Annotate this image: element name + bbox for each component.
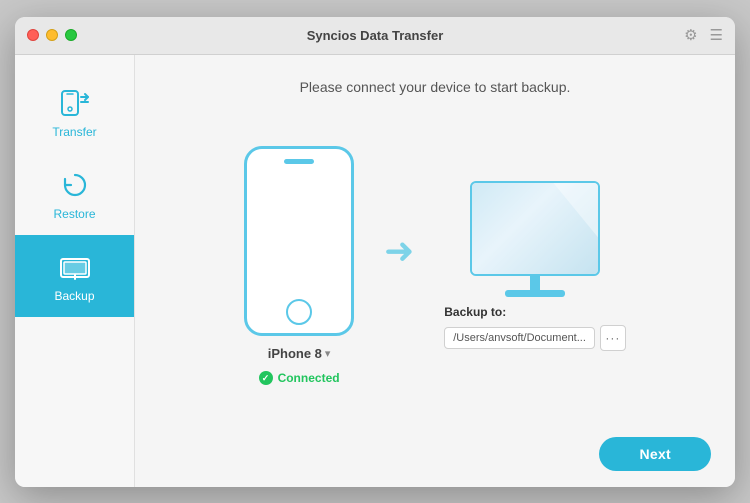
main-layout: Transfer Restore Backup xyxy=(15,55,735,487)
device-name: iPhone 8 xyxy=(268,346,322,361)
titlebar: Syncios Data Transfer ⚙ ☰ xyxy=(15,17,735,55)
restore-icon xyxy=(59,169,91,201)
backup-icon xyxy=(59,251,91,283)
iphone-illustration xyxy=(244,146,354,336)
backup-info: Backup to: /Users/anvsoft/Document... ··… xyxy=(444,305,626,351)
device-area: iPhone 8 ▾ ✓ Connected ➜ xyxy=(135,105,735,437)
status-check-icon: ✓ xyxy=(259,371,273,385)
destination-device-container: Backup to: /Users/anvsoft/Document... ··… xyxy=(444,181,626,351)
settings-icon[interactable]: ⚙ xyxy=(684,26,697,44)
sidebar-item-transfer-label: Transfer xyxy=(52,125,96,139)
monitor-neck xyxy=(530,276,540,290)
content-header: Please connect your device to start back… xyxy=(135,55,735,105)
monitor-glare xyxy=(553,183,598,238)
backup-path-display: /Users/anvsoft/Document... xyxy=(444,327,595,349)
source-device-container: iPhone 8 ▾ ✓ Connected xyxy=(244,146,354,385)
device-status: ✓ Connected xyxy=(259,371,340,385)
traffic-lights xyxy=(27,29,77,41)
monitor-base xyxy=(505,290,565,297)
monitor-wrapper xyxy=(470,181,600,297)
sidebar-item-backup-label: Backup xyxy=(54,289,94,303)
content-area: Please connect your device to start back… xyxy=(135,55,735,487)
chevron-down-icon: ▾ xyxy=(325,347,331,360)
close-button[interactable] xyxy=(27,29,39,41)
more-options-button[interactable]: ··· xyxy=(600,325,626,351)
backup-to-label: Backup to: xyxy=(444,305,626,319)
transfer-icon xyxy=(59,87,91,119)
minimize-button[interactable] xyxy=(46,29,58,41)
window-title: Syncios Data Transfer xyxy=(307,28,444,43)
app-window: Syncios Data Transfer ⚙ ☰ Transfer xyxy=(15,17,735,487)
sidebar-item-transfer[interactable]: Transfer xyxy=(15,71,134,153)
titlebar-actions: ⚙ ☰ xyxy=(684,26,723,44)
backup-path-row: /Users/anvsoft/Document... ··· xyxy=(444,325,626,351)
maximize-button[interactable] xyxy=(65,29,77,41)
sidebar: Transfer Restore Backup xyxy=(15,55,135,487)
monitor-illustration xyxy=(470,181,600,276)
transfer-arrow-icon: ➜ xyxy=(384,230,414,272)
monitor-stand xyxy=(470,276,600,297)
sidebar-item-backup[interactable]: Backup xyxy=(15,235,134,317)
menu-icon[interactable]: ☰ xyxy=(710,26,723,44)
sidebar-item-restore[interactable]: Restore xyxy=(15,153,134,235)
monitor-screen xyxy=(472,183,598,274)
sidebar-item-restore-label: Restore xyxy=(53,207,95,221)
content-footer: Next xyxy=(135,437,735,487)
device-status-label: Connected xyxy=(278,371,340,385)
device-selector[interactable]: iPhone 8 ▾ xyxy=(268,346,331,361)
next-button[interactable]: Next xyxy=(599,437,711,471)
